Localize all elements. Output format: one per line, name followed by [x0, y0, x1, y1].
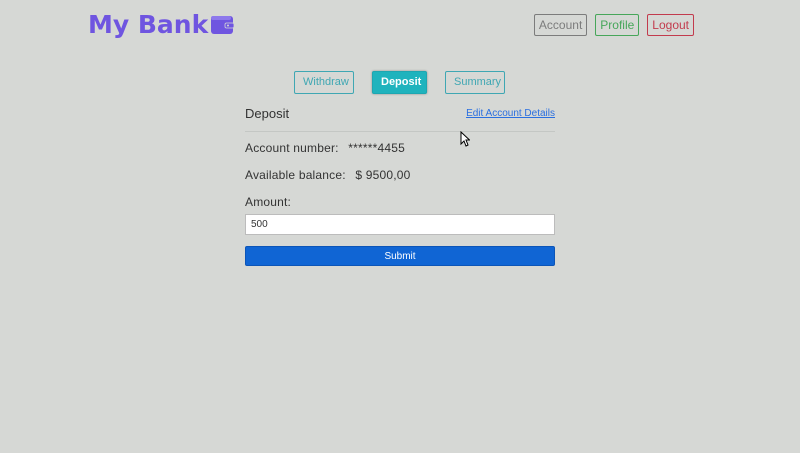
tab-deposit[interactable]: Deposit: [372, 71, 427, 94]
wallet-icon: [211, 15, 235, 34]
available-balance-row: Available balance: $ 9500,00: [245, 168, 555, 182]
account-number-row: Account number: ******4455: [245, 141, 555, 155]
panel-header: Deposit Edit Account Details: [245, 104, 555, 122]
amount-input[interactable]: [245, 214, 555, 235]
mouse-cursor-icon: [460, 131, 470, 147]
account-button[interactable]: Account: [533, 14, 588, 36]
panel-title: Deposit: [245, 105, 290, 121]
brand-logo: My Bank: [88, 10, 235, 39]
account-number-label: Account number:: [245, 141, 339, 155]
profile-button[interactable]: Profile: [595, 14, 640, 36]
transaction-tabs: Withdraw Deposit Summary: [294, 71, 505, 94]
top-nav: Account Profile Logout: [533, 14, 694, 36]
tab-withdraw[interactable]: Withdraw: [294, 71, 354, 94]
edit-account-details-link[interactable]: Edit Account Details: [466, 108, 555, 119]
account-number-value: ******4455: [348, 141, 405, 155]
deposit-panel: Deposit Edit Account Details Account num…: [245, 104, 555, 266]
amount-label: Amount:: [245, 195, 292, 209]
available-balance-value: $ 9500,00: [355, 168, 411, 182]
logout-button[interactable]: Logout: [647, 14, 694, 36]
divider: [245, 131, 555, 132]
brand-name: My Bank: [88, 10, 209, 39]
tab-summary[interactable]: Summary: [445, 71, 505, 94]
available-balance-label: Available balance:: [245, 168, 346, 182]
submit-button[interactable]: Submit: [245, 246, 555, 266]
